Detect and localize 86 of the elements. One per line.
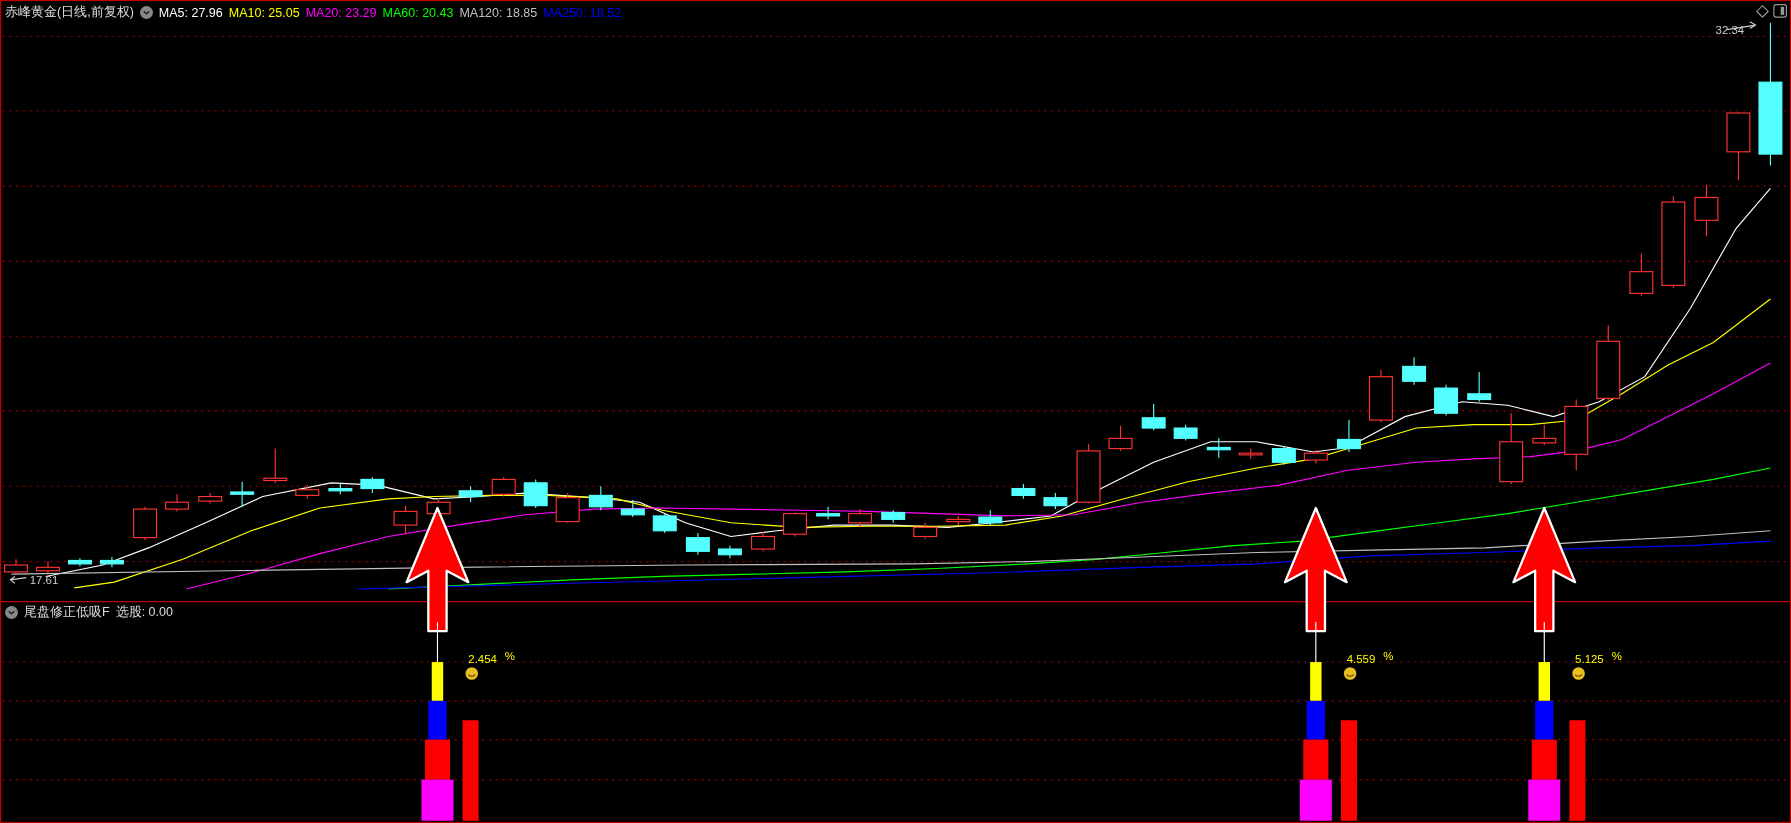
candlestick	[783, 511, 807, 538]
candlestick	[717, 545, 742, 559]
smiley-icon	[465, 667, 478, 680]
candlestick	[523, 478, 548, 509]
moving-average-label: MA120: 18.85	[459, 5, 538, 20]
candlestick	[1629, 252, 1654, 297]
moving-average-label: MA10: 25.05	[228, 5, 300, 20]
candlestick	[620, 499, 645, 518]
dropdown-icon[interactable]	[139, 6, 153, 19]
candlestick	[1108, 425, 1133, 452]
candlestick	[555, 492, 580, 524]
candlestick	[458, 485, 483, 503]
window-toggle-icon[interactable]	[1773, 4, 1787, 18]
stacked-bar-segment	[1531, 739, 1557, 780]
candlestick	[1467, 371, 1492, 403]
candlestick	[1402, 356, 1427, 386]
candlestick	[295, 484, 320, 500]
candlestick	[913, 522, 938, 540]
indicator-name: 尾盘修正低吸F	[24, 604, 110, 621]
candlestick	[848, 508, 873, 528]
candlestick	[99, 556, 124, 568]
candlestick	[946, 515, 971, 526]
candlestick	[1238, 448, 1263, 460]
candlestick	[328, 483, 353, 495]
candlestick	[491, 476, 516, 498]
stacked-bar-segment	[1299, 779, 1332, 821]
dropdown-icon[interactable]	[5, 606, 18, 619]
stacked-bar-segment	[421, 779, 454, 821]
percent-sign: %	[1611, 649, 1622, 662]
candlestick	[1694, 184, 1719, 237]
high-price-label: 32.34	[1715, 24, 1745, 37]
candlestick	[1076, 443, 1101, 504]
candlestick	[1173, 424, 1198, 442]
candlestick	[751, 531, 775, 552]
low-price-label: 17.61	[29, 574, 59, 587]
signal-line	[436, 621, 439, 663]
percent-value: 2.454	[468, 653, 497, 666]
up-arrow-icon	[1512, 506, 1577, 633]
diamond-icon[interactable]	[1755, 4, 1769, 18]
candlestick	[1434, 384, 1459, 417]
signal-line	[1315, 621, 1317, 663]
stacked-bar-segment	[1303, 739, 1329, 780]
percent-sign: %	[1383, 649, 1394, 662]
percent-sign: %	[504, 649, 515, 662]
candlestick	[978, 509, 1003, 526]
stacked-bar-segment	[1528, 779, 1561, 821]
candlestick	[1011, 483, 1036, 500]
candlestick	[1336, 419, 1361, 453]
moving-average-label: MA20: 23.29	[305, 5, 377, 20]
candlestick	[230, 481, 255, 508]
candlestick	[360, 476, 385, 494]
candlestick	[1206, 437, 1231, 459]
stacked-bar-segment	[424, 739, 451, 780]
candlestick	[588, 485, 613, 511]
candlestick	[4, 558, 28, 575]
candlestick	[198, 492, 223, 504]
candlestick	[1141, 403, 1166, 431]
up-arrow-icon	[405, 506, 470, 633]
candlestick	[36, 561, 60, 574]
candlestick	[881, 509, 906, 524]
candlestick	[133, 506, 158, 541]
moving-average-label: MA250: 18.52	[543, 5, 622, 20]
smiley-icon	[1343, 667, 1357, 680]
price-pointer-icon	[9, 575, 27, 584]
candlestick	[1532, 424, 1557, 446]
moving-average-label: MA60: 20.43	[382, 5, 454, 20]
indicator-reading: 选股: 0.00	[115, 604, 173, 621]
candlestick	[652, 513, 677, 534]
candlestick	[685, 532, 710, 556]
candlestick	[1271, 445, 1296, 466]
percent-value: 5.125	[1575, 653, 1604, 666]
stock-title: 赤峰黄金(日线,前复权)	[5, 4, 134, 21]
smiley-icon	[1572, 667, 1585, 680]
candlestick	[816, 506, 841, 520]
candlestick	[1043, 492, 1068, 510]
moving-average-label: MA5: 27.96	[158, 5, 223, 20]
signal-line	[1543, 621, 1545, 663]
candlestick	[393, 505, 418, 535]
candlestick	[165, 493, 190, 512]
up-arrow-icon	[1283, 506, 1348, 633]
candlestick	[1368, 369, 1393, 423]
candlestick	[263, 448, 288, 484]
candlestick	[67, 557, 92, 567]
candlestick	[1726, 111, 1751, 181]
candlestick	[1303, 449, 1328, 464]
percent-value: 4.559	[1346, 653, 1376, 666]
